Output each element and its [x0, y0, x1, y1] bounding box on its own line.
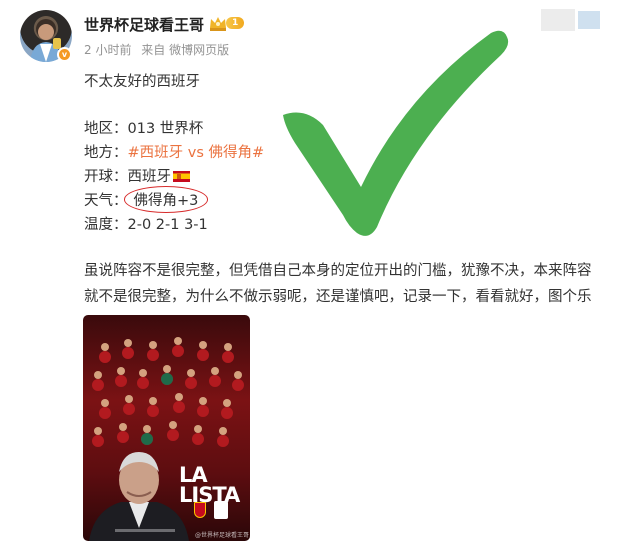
follow-button-blurred — [541, 9, 575, 31]
field-label: 开球： — [84, 169, 128, 185]
post-source: 来自 微博网页版 — [141, 43, 230, 57]
member-level-badge[interactable]: 1 — [208, 14, 248, 32]
field-value: 西班牙 — [127, 169, 172, 185]
post-body: 虽说阵容不是很完整，但凭借自己本身的定位开出的门槛，犹豫不决，本来阵容 就不是很… — [84, 258, 624, 310]
crown-icon — [210, 17, 226, 31]
verified-badge-icon: v — [57, 47, 72, 62]
field-region: 地区：013 世界杯 — [84, 117, 203, 138]
post-time[interactable]: 2 小时前 — [84, 43, 131, 57]
post-title: 不太友好的西班牙 — [84, 74, 200, 90]
poster-footer-line — [115, 529, 175, 532]
author-name[interactable]: 世界杯足球看王哥 — [84, 14, 204, 35]
field-value: 013 世界杯 — [127, 121, 204, 137]
field-teams: 地方：#西班牙 vs 佛得角# — [84, 141, 264, 162]
field-label: 地区： — [84, 121, 128, 137]
image-watermark: @世界杯足球看王哥 — [195, 532, 250, 539]
topic-hashtag-link[interactable]: #西班牙 vs 佛得角# — [128, 145, 265, 161]
post-body-line: 虽说阵容不是很完整，但凭借自己本身的定位开出的门槛，犹豫不决，本来阵容 — [84, 263, 592, 279]
post-meta: 2 小时前 来自 微博网页版 — [84, 41, 235, 58]
checkmark-icon — [283, 30, 509, 236]
circled-annotation: 佛得角+3 — [123, 186, 209, 213]
level-number: 1 — [226, 17, 245, 29]
poster-title: LA LISTA — [179, 463, 240, 507]
field-label: 温度： — [84, 217, 128, 233]
post-body-line: 就不是很完整，为什么不做示弱呢，还是谨慎吧，记录一下，看看就好，图个乐 — [84, 289, 592, 305]
post-image[interactable]: LA LISTA @世界杯足球看王哥 — [83, 315, 250, 541]
spain-federation-crest-icon — [194, 502, 206, 518]
follow-button[interactable] — [541, 9, 601, 31]
field-kickoff: 开球：西班牙 — [84, 165, 190, 186]
coach-figure-graphic — [89, 452, 189, 541]
world-cup-logo-icon — [214, 501, 228, 519]
field-temperature: 温度：2-0 2-1 3-1 — [84, 213, 208, 234]
field-weather: 天气： 佛得角+3 — [84, 186, 209, 213]
field-label: 天气： — [84, 193, 128, 209]
menu-icon-blurred — [578, 11, 600, 29]
red-ellipse-annotation — [123, 186, 209, 213]
spain-flag-icon — [173, 171, 190, 182]
field-label: 地方： — [84, 145, 128, 161]
weibo-post: v 世界杯足球看王哥 1 2 小时前 来自 微博网页版 不太友好的西班牙 地区：… — [0, 0, 633, 549]
field-value: 2-0 2-1 3-1 — [127, 217, 208, 233]
